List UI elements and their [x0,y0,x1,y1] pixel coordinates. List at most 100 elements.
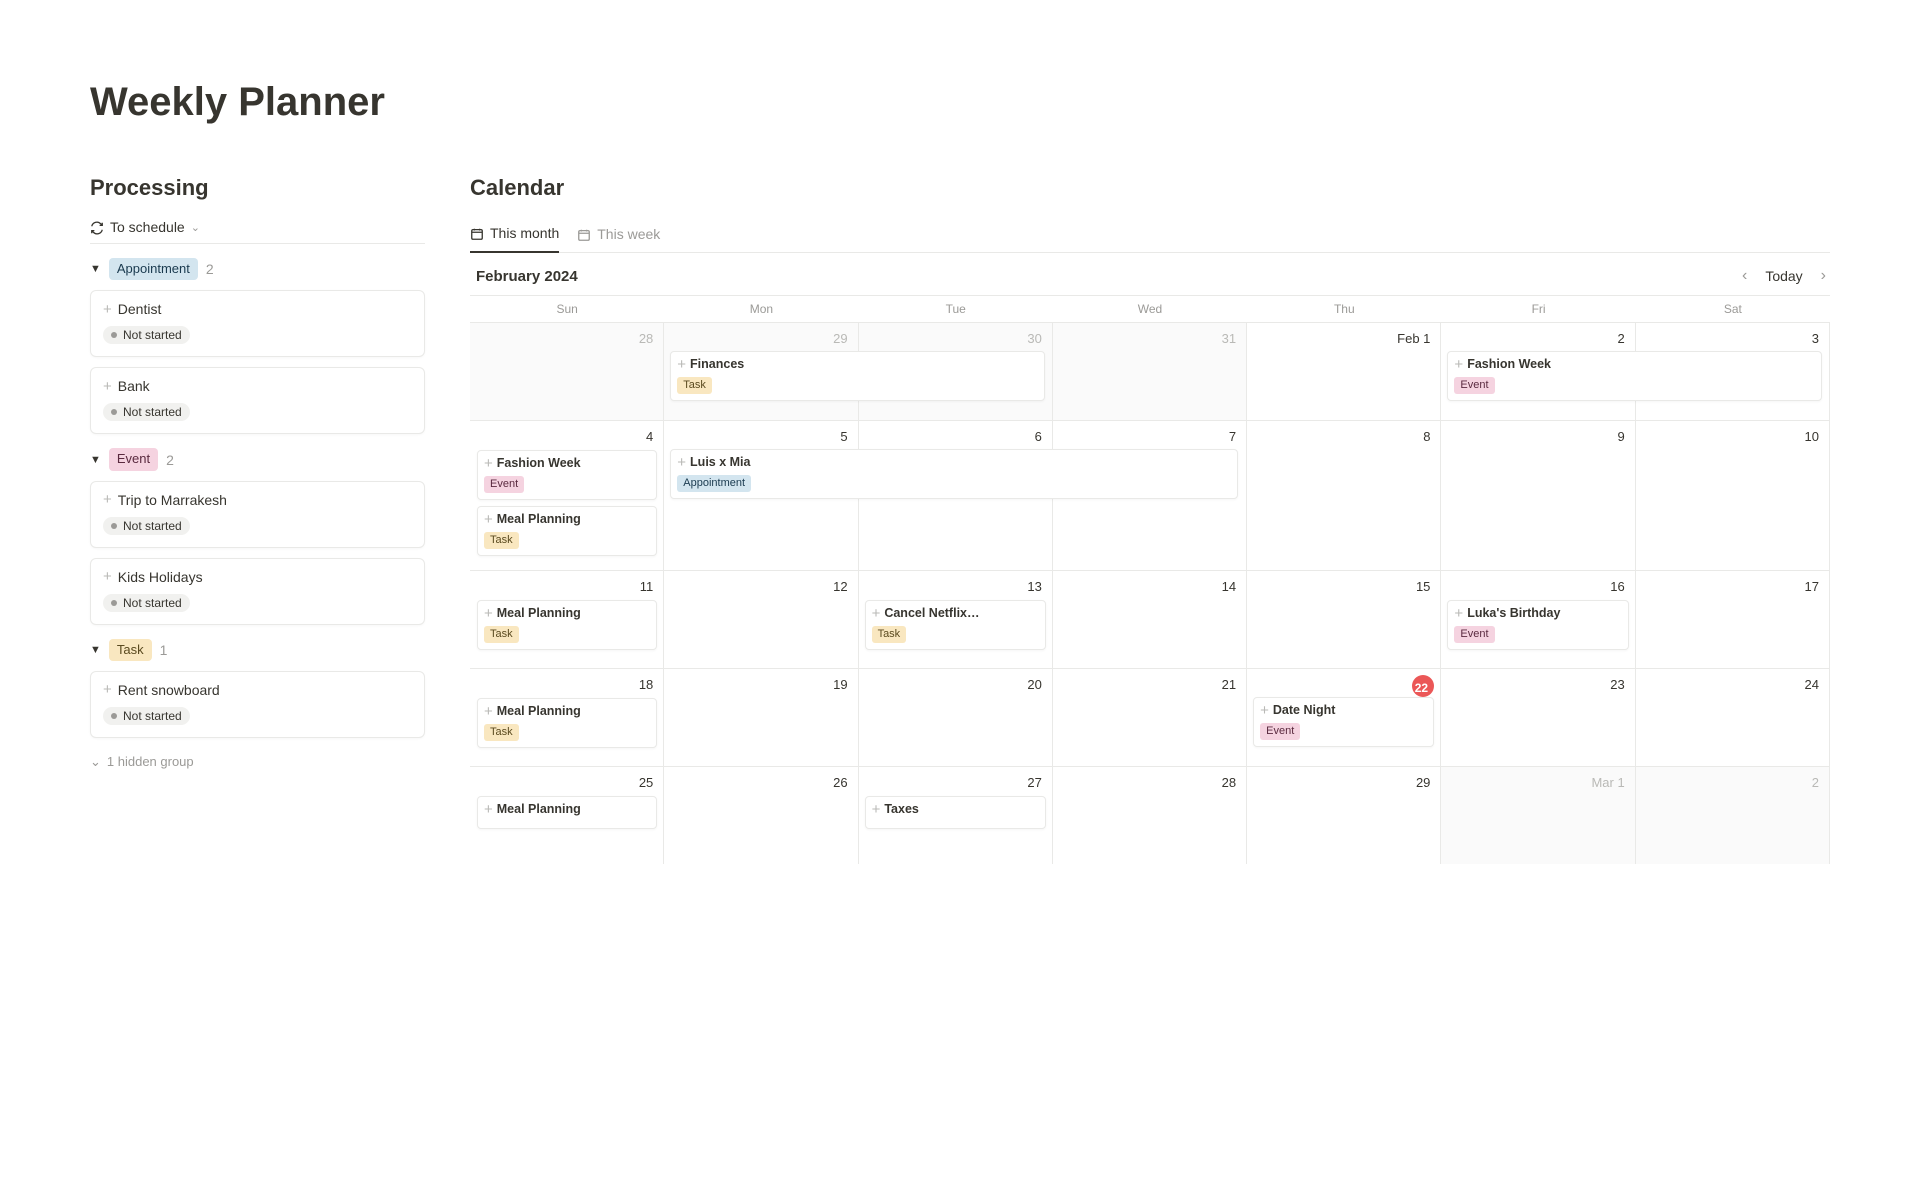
day-number: 3 [1642,329,1823,352]
event-tag: Task [484,724,519,741]
task-card[interactable]: +Rent snowboardNot started [90,671,425,738]
day-number: 10 [1642,427,1823,450]
day-cell[interactable]: 28 [1053,767,1247,864]
plus-icon: + [103,492,112,507]
processing-title: Processing [90,175,425,201]
day-cell[interactable]: 2 [1636,767,1830,864]
day-cell[interactable]: 5+Luis x MiaAppointment [664,421,858,570]
group-count: 2 [206,261,214,277]
day-cell[interactable]: 12 [664,571,858,668]
status-label: Not started [123,596,182,610]
dow-label: Sat [1636,296,1830,322]
day-number: 30 [865,329,1046,352]
day-cell[interactable]: 27+Taxes [859,767,1053,864]
day-cell[interactable]: 29+FinancesTask [664,323,858,420]
processing-view-tab[interactable]: To schedule ⌄ [90,219,425,244]
day-number: 17 [1642,577,1823,600]
status-label: Not started [123,405,182,419]
group-pill: Event [109,448,158,470]
day-number: 8 [1253,427,1434,450]
plus-icon: + [1260,703,1269,718]
calendar-event[interactable]: +Meal PlanningTask [477,698,657,748]
day-cell[interactable]: 31 [1053,323,1247,420]
calendar-event[interactable]: +Taxes [865,796,1046,829]
plus-icon: + [103,569,112,584]
day-cell[interactable]: 20 [859,669,1053,766]
group-header[interactable]: ▼Task1 [90,639,425,661]
day-cell[interactable]: 25 + Meal Planning [470,767,664,864]
calendar-tab[interactable]: This month [470,219,559,253]
day-number: 2 [1642,773,1823,796]
calendar-event[interactable]: +Meal PlanningTask [477,600,657,650]
today-button[interactable]: Today [1765,268,1802,284]
calendar-event[interactable]: +Fashion WeekEvent [477,450,657,500]
dow-label: Wed [1053,296,1247,322]
status-dot-icon [111,600,117,606]
day-cell[interactable]: 14 [1053,571,1247,668]
calendar-event[interactable]: + Meal Planning [477,796,657,829]
day-cell[interactable]: 13+Cancel Netflix…Task [859,571,1053,668]
group-header[interactable]: ▼Event2 [90,448,425,470]
day-cell[interactable]: 9 [1441,421,1635,570]
day-cell[interactable]: 22+Date NightEvent [1247,669,1441,766]
day-cell[interactable]: 17 [1636,571,1830,668]
day-cell[interactable]: 19 [664,669,858,766]
day-cell[interactable]: 2+Fashion WeekEvent [1441,323,1635,420]
day-number: 9 [1447,427,1628,450]
status-label: Not started [123,519,182,533]
hidden-group-toggle[interactable]: ⌄ 1 hidden group [90,754,425,770]
day-cell[interactable]: 18+Meal PlanningTask [470,669,664,766]
plus-icon: + [484,802,493,817]
day-cell[interactable]: Mar 1 [1441,767,1635,864]
task-card[interactable]: +DentistNot started [90,290,425,357]
day-number: 15 [1253,577,1434,600]
task-card[interactable]: +Kids HolidaysNot started [90,558,425,625]
day-number: 29 [1253,773,1434,796]
day-cell[interactable]: 15 [1247,571,1441,668]
day-cell[interactable]: 21 [1053,669,1247,766]
day-cell[interactable]: 8 [1247,421,1441,570]
calendar-event[interactable]: +Luis x MiaAppointment [670,449,1238,499]
calendar-event[interactable]: +Date NightEvent [1253,697,1434,747]
group-count: 2 [166,452,174,468]
status-chip: Not started [103,403,190,421]
day-number: 31 [1059,329,1240,352]
day-number: 25 [477,773,657,796]
day-number: 11 [477,577,657,600]
plus-icon: + [103,682,112,697]
group-header[interactable]: ▼Appointment2 [90,258,425,280]
day-cell[interactable]: 11+Meal PlanningTask [470,571,664,668]
day-cell[interactable]: 23 [1441,669,1635,766]
event-tag: Event [484,476,524,493]
day-cell[interactable]: 4+Fashion WeekEvent+Meal PlanningTask [470,421,664,570]
plus-icon: + [677,357,686,372]
task-card[interactable]: +Trip to MarrakeshNot started [90,481,425,548]
day-cell[interactable]: 10 [1636,421,1830,570]
day-cell[interactable]: Feb 1 [1247,323,1441,420]
status-dot-icon [111,332,117,338]
task-card[interactable]: +BankNot started [90,367,425,434]
calendar-event[interactable]: +FinancesTask [670,351,1045,401]
event-title: Meal Planning [497,512,581,528]
next-month-button[interactable]: › [1817,265,1830,287]
calendar-event[interactable]: +Cancel Netflix…Task [865,600,1046,650]
day-cell[interactable]: 16+Luka's BirthdayEvent [1441,571,1635,668]
day-cell[interactable]: 28 [470,323,664,420]
calendar-grid: SunMonTueWedThuFriSat 2829+FinancesTask3… [470,295,1830,864]
event-title: Luis x Mia [690,455,750,471]
day-cell[interactable]: 26 [664,767,858,864]
calendar-tab[interactable]: This week [577,220,660,252]
day-cell[interactable]: 29 [1247,767,1441,864]
prev-month-button[interactable]: ‹ [1738,265,1751,287]
calendar-event[interactable]: +Luka's BirthdayEvent [1447,600,1628,650]
calendar-event[interactable]: +Fashion WeekEvent [1447,351,1822,401]
calendar-event[interactable]: +Meal PlanningTask [477,506,657,556]
plus-icon: + [484,606,493,621]
card-title: Rent snowboard [118,682,220,698]
day-number: 19 [670,675,851,698]
day-cell[interactable]: 24 [1636,669,1830,766]
calendar-panel: Calendar This monthThis week February 20… [470,175,1830,864]
event-title: Meal Planning [497,802,581,818]
event-tag: Event [1260,723,1300,740]
calendar-tab-label: This month [490,225,559,241]
